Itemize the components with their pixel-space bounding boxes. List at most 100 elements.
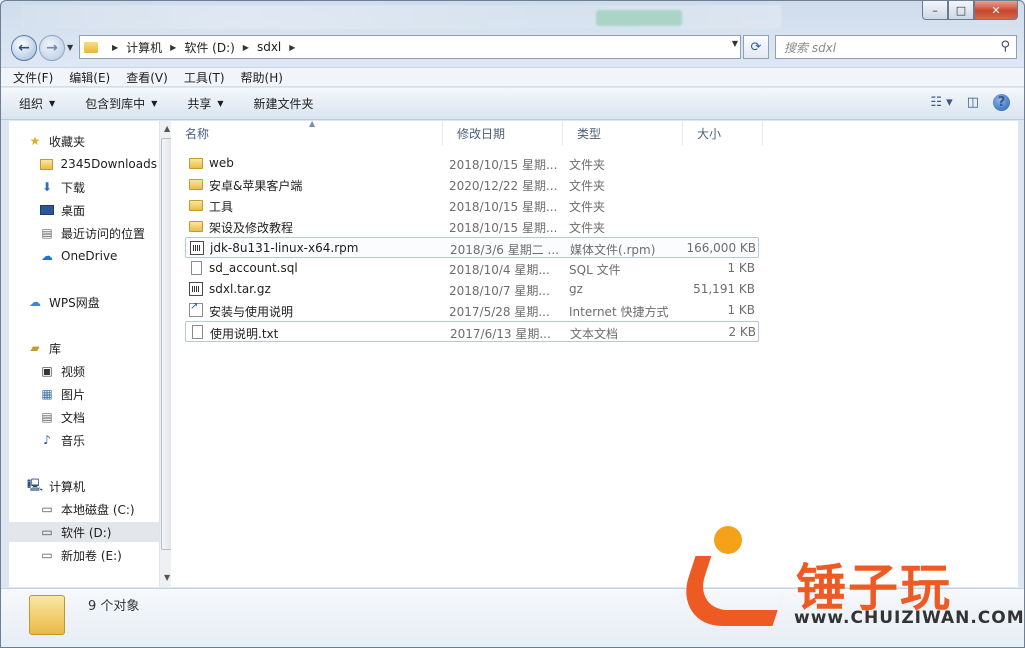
sidebar-item-label: 软件 (D:) [61,525,112,540]
sidebar-item-drive-e[interactable]: ▭ 新加卷 (E:) [39,545,121,565]
column-header-size[interactable]: 大小 [683,121,763,145]
navigation-pane: ★ 收藏夹 2345Downloads ⬇ 下载 桌面 ▤ 最近访问的位置 ☁ OneD… [9,121,175,587]
sidebar-item-pictures[interactable]: ▦ 图片 [39,384,85,404]
sidebar-item-drive-d[interactable]: ▭ 软件 (D:) [9,522,159,542]
file-row[interactable]: 工具 2018/10/15 星期... 文件夹 [185,195,759,216]
file-name: sdxl.tar.gz [209,282,271,296]
refresh-button[interactable]: ⟳ [743,35,769,59]
file-type: 媒体文件(.rpm) [570,243,656,257]
new-folder-button[interactable]: 新建文件夹 [254,95,314,112]
file-type: SQL 文件 [569,263,621,277]
breadcrumb-drive-d[interactable]: 软件 (D:) [184,39,234,56]
address-dropdown-icon[interactable]: ▼ [732,39,738,48]
file-date: 2018/10/4 星期... [449,263,550,277]
column-name-label: 名称 [185,126,210,141]
view-controls: ☷ ▾ ◫ ? [916,94,1010,111]
star-icon: ★ [29,134,41,148]
file-row[interactable]: sd_account.sql 2018/10/4 星期... SQL 文件 1 … [185,258,759,279]
sidebar-item-drive-c[interactable]: ▭ 本地磁盘 (C:) [39,499,134,519]
maximize-button[interactable]: □ [948,1,974,20]
chevron-right-icon[interactable]: ▶ [289,43,295,52]
sidebar-item-label: 桌面 [61,203,86,218]
sidebar-item-downloads[interactable]: ⬇ 下载 [39,177,85,197]
file-row[interactable]: 安装与使用说明 2017/5/28 星期... Internet 快捷方式 1 … [185,300,759,321]
folder-icon [189,221,203,232]
menu-help[interactable]: 帮助(H) [241,69,283,86]
watermark-logo: 锤子玩 www.CHUIZIWAN.COM [672,526,1024,636]
file-name: 安装与使用说明 [209,305,294,319]
sidebar-item-label: 文档 [61,410,86,425]
sidebar-item-onedrive[interactable]: ☁ OneDrive [39,246,117,266]
column-header-type[interactable]: 类型 [563,121,683,145]
sidebar-library[interactable]: ▰ 库 [27,338,61,358]
sidebar-item-desktop[interactable]: 桌面 [39,200,85,220]
minimize-button[interactable]: – [922,1,948,20]
folder-icon [29,595,65,635]
breadcrumb-sdxl[interactable]: sdxl [257,40,281,54]
file-name: jdk-8u131-linux-x64.rpm [210,241,359,255]
menu-edit[interactable]: 编辑(E) [69,69,110,86]
preview-pane-icon[interactable]: ◫ [967,95,979,110]
sidebar-item-label: OneDrive [61,249,118,263]
chevron-right-icon[interactable]: ▶ [112,43,118,52]
sidebar-item-music[interactable]: ♪ 音乐 [39,430,85,450]
item-count: 9 个对象 [88,599,140,614]
menu-tools[interactable]: 工具(T) [184,69,225,86]
sidebar-favorites[interactable]: ★ 收藏夹 [27,131,85,151]
help-icon[interactable]: ? [993,94,1010,111]
computer-icon: 🖳 [27,477,44,492]
folder-icon [189,179,203,190]
column-header-name[interactable]: 名称 ▲ [171,119,443,145]
menu-file[interactable]: 文件(F) [13,69,53,86]
music-icon: ♪ [43,433,51,447]
share-button[interactable]: 共享 ▼ [187,95,223,112]
sidebar-item-documents[interactable]: ▤ 文档 [39,407,85,427]
file-date: 2017/6/13 星期... [450,327,551,341]
share-label: 共享 [187,97,212,111]
sidebar-item-label: 最近访问的位置 [61,226,146,241]
file-row[interactable]: 安卓&苹果客户端 2020/12/22 星期... 文件夹 [185,174,759,195]
window-controls: – □ ✕ [922,1,1018,21]
forward-button[interactable]: → [39,35,65,61]
file-list: 名称 ▲ 修改日期 类型 大小 web 2018/10/15 星期... 文件夹 … [171,119,1018,587]
breadcrumb: ▶ 计算机 ▶ 软件 (D:) ▶ sdxl ▶ [104,39,303,56]
file-row[interactable]: 架设及修改教程 2018/10/15 星期... 文件夹 [185,216,759,237]
video-icon: ▣ [41,364,53,378]
library-label: 库 [49,341,62,356]
scroll-up-icon[interactable]: ▲ [164,124,170,133]
back-button[interactable]: ← [11,35,37,61]
drive-icon: ▭ [41,502,53,516]
chevron-right-icon[interactable]: ▶ [243,43,249,52]
chevron-right-icon[interactable]: ▶ [170,43,176,52]
file-row[interactable]: 使用说明.txt 2017/6/13 星期... 文本文档 2 KB [185,321,759,342]
organize-button[interactable]: 组织 ▼ [19,95,55,112]
logo-dot [714,526,742,554]
file-name: 使用说明.txt [210,327,279,341]
view-options-icon[interactable]: ☷ ▾ [930,95,952,110]
search-input[interactable]: 搜索 sdxl ⚲ [775,35,1017,59]
sort-ascending-icon: ▲ [309,119,316,128]
sidebar-item-2345downloads[interactable]: 2345Downloads [39,154,157,174]
sidebar-item-videos[interactable]: ▣ 视频 [39,361,85,381]
sidebar-wps-drive[interactable]: ☁ WPS网盘 [27,292,100,312]
file-row[interactable]: jdk-8u131-linux-x64.rpm 2018/3/6 星期二 ...… [185,237,759,258]
sidebar-item-recent-places[interactable]: ▤ 最近访问的位置 [39,223,145,243]
column-size-label: 大小 [697,126,722,141]
cloud-icon: ☁ [41,249,53,263]
file-row[interactable]: web 2018/10/15 星期... 文件夹 [185,153,759,174]
close-button[interactable]: ✕ [974,1,1018,20]
watermark-url: www.CHUIZIWAN.COM [794,608,1025,628]
folder-icon [84,41,98,53]
menu-view[interactable]: 查看(V) [126,69,168,86]
file-size: 166,000 KB [686,241,756,255]
desktop-icon [39,203,55,217]
include-in-library-button[interactable]: 包含到库中 ▼ [85,95,157,112]
column-header-date[interactable]: 修改日期 [443,121,563,145]
breadcrumb-computer[interactable]: 计算机 [126,39,162,56]
sidebar-computer[interactable]: 🖳 计算机 [27,476,85,496]
scroll-down-icon[interactable]: ▼ [164,573,170,582]
recent-pages-dropdown[interactable]: ▼ [67,43,73,52]
address-bar[interactable]: ▶ 计算机 ▶ 软件 (D:) ▶ sdxl ▶ ▼ [79,35,741,59]
file-row[interactable]: sdxl.tar.gz 2018/10/7 星期... gz 51,191 KB [185,279,759,300]
search-icon[interactable]: ⚲ [1000,39,1010,54]
